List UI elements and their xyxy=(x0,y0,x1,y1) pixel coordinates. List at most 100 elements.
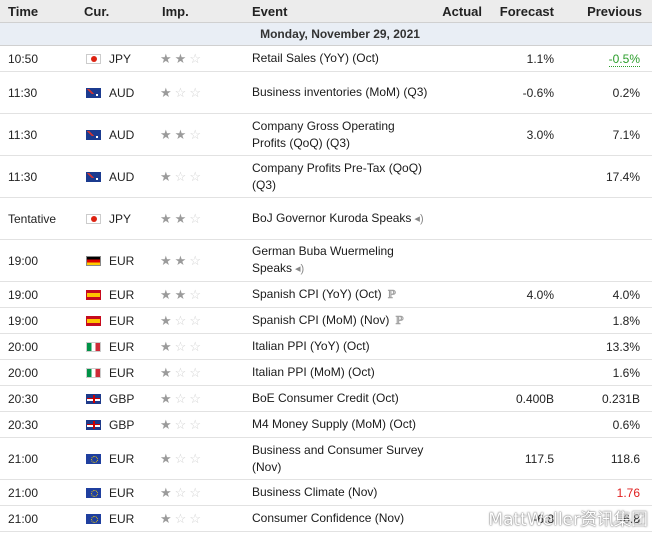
speaker-icon: ◂) xyxy=(414,212,424,225)
event-row[interactable]: 20:30 GBP ★☆☆ M4 Money Supply (MoM) (Oct) 0.… xyxy=(0,411,652,438)
previous-cell: 4.0% xyxy=(558,281,652,308)
event-cell[interactable]: Company Gross Operating Profits (QoQ) (Q… xyxy=(252,113,434,156)
star-icon: ★ xyxy=(160,390,175,406)
currency-code: JPY xyxy=(109,51,132,66)
currency-code: AUD xyxy=(109,169,135,184)
preliminary-icon: ℙ xyxy=(395,314,404,327)
star-icon: ★ xyxy=(174,126,190,142)
it-flag-icon xyxy=(86,367,101,378)
event-cell[interactable]: German Buba Wuermeling Speaks ◂) xyxy=(252,239,434,282)
event-cell[interactable]: Business inventories (MoM) (Q3) xyxy=(252,71,434,114)
star-icon: ☆ xyxy=(189,286,204,302)
event-row[interactable]: 21:00 EUR ★☆☆ Business Climate (Nov) 1.76 xyxy=(0,479,652,506)
star-icon: ★ xyxy=(160,338,175,354)
event-cell[interactable]: BoE Consumer Credit (Oct) xyxy=(252,385,434,412)
actual-cell xyxy=(434,307,484,334)
header-forecast[interactable]: Forecast xyxy=(484,0,558,23)
actual-cell xyxy=(434,113,484,156)
event-currency-cell: AUD xyxy=(74,113,150,156)
event-name[interactable]: Retail Sales (YoY) (Oct) xyxy=(252,51,379,65)
event-row[interactable]: 11:30 AUD ★★☆ Company Gross Operating Profi… xyxy=(0,113,652,156)
header-importance[interactable]: Imp. xyxy=(150,0,252,23)
event-cell[interactable]: Business Climate (Nov) xyxy=(252,479,434,506)
star-icon: ★ xyxy=(174,50,190,66)
event-row[interactable]: 19:00 EUR ★★☆ German Buba Wuermeling Speaks… xyxy=(0,239,652,282)
event-name[interactable]: BoE Consumer Credit (Oct) xyxy=(252,391,399,405)
currency-code: GBP xyxy=(109,417,135,432)
event-currency-cell: EUR xyxy=(74,437,150,480)
header-previous[interactable]: Previous xyxy=(558,0,652,23)
header-time[interactable]: Time xyxy=(0,0,74,23)
importance-stars: ★★☆ xyxy=(150,197,252,240)
currency-code: EUR xyxy=(109,365,135,380)
event-row[interactable]: 20:00 EUR ★☆☆ Italian PPI (YoY) (Oct) 13.3% xyxy=(0,333,652,360)
event-name[interactable]: Business Climate (Nov) xyxy=(252,485,377,499)
event-row[interactable]: 19:00 EUR ★★☆ Spanish CPI (YoY) (Oct) ℙ 4.0% 4… xyxy=(0,281,652,308)
event-name[interactable]: BoJ Governor Kuroda Speaks xyxy=(252,211,411,225)
actual-cell xyxy=(434,359,484,386)
event-time: 21:00 xyxy=(0,437,74,480)
event-cell[interactable]: Retail Sales (YoY) (Oct) xyxy=(252,45,434,72)
event-row[interactable]: Tentative JPY ★★☆ BoJ Governor Kuroda Speak… xyxy=(0,197,652,240)
forecast-cell: 117.5 xyxy=(484,437,558,480)
event-cell[interactable]: M4 Money Supply (MoM) (Oct) xyxy=(252,411,434,438)
previous-cell-value: 1.8% xyxy=(612,313,640,328)
event-row[interactable]: 10:50 JPY ★★☆ Retail Sales (YoY) (Oct) 1.1% -… xyxy=(0,45,652,72)
event-name[interactable]: German Buba Wuermeling Speaks xyxy=(252,244,394,275)
star-icon: ☆ xyxy=(189,168,204,184)
importance-stars: ★★☆ xyxy=(150,113,252,156)
header-actual[interactable]: Actual xyxy=(434,0,484,23)
event-name[interactable]: Business and Consumer Survey (Nov) xyxy=(252,443,423,474)
event-name[interactable]: Company Gross Operating Profits (QoQ) (Q… xyxy=(252,119,395,150)
event-time: 20:30 xyxy=(0,411,74,438)
event-name[interactable]: Spanish CPI (YoY) (Oct) xyxy=(252,287,382,301)
star-icon: ☆ xyxy=(174,338,190,354)
event-name[interactable]: Business inventories (MoM) (Q3) xyxy=(252,85,427,99)
event-name[interactable]: M4 Money Supply (MoM) (Oct) xyxy=(252,417,416,431)
header-currency[interactable]: Cur. xyxy=(74,0,150,23)
event-currency-cell: EUR xyxy=(74,479,150,506)
star-icon: ☆ xyxy=(189,416,204,432)
forecast-cell xyxy=(484,411,558,438)
forecast-cell xyxy=(484,197,558,240)
event-row[interactable]: 20:00 EUR ★☆☆ Italian PPI (MoM) (Oct) 1.6% xyxy=(0,359,652,386)
event-name[interactable]: Italian PPI (YoY) (Oct) xyxy=(252,339,370,353)
event-name[interactable]: Italian PPI (MoM) (Oct) xyxy=(252,365,375,379)
currency-code: EUR xyxy=(109,511,135,526)
actual-cell xyxy=(434,505,484,532)
event-cell[interactable]: Consumer Confidence (Nov) xyxy=(252,505,434,532)
event-cell[interactable]: Business and Consumer Survey (Nov) xyxy=(252,437,434,480)
event-name[interactable]: Consumer Confidence (Nov) xyxy=(252,511,404,525)
event-time: 10:50 xyxy=(0,45,74,72)
previous-cell: 118.6 xyxy=(558,437,652,480)
star-icon: ★ xyxy=(160,484,175,500)
event-row[interactable]: 20:30 GBP ★☆☆ BoE Consumer Credit (Oct) 0.40… xyxy=(0,385,652,412)
event-cell[interactable]: Spanish CPI (MoM) (Nov) ℙ xyxy=(252,307,434,334)
forecast-cell xyxy=(484,333,558,360)
star-icon: ★ xyxy=(174,286,190,302)
currency-code: EUR xyxy=(109,287,135,302)
currency-code: EUR xyxy=(109,451,135,466)
event-cell[interactable]: Spanish CPI (YoY) (Oct) ℙ xyxy=(252,281,434,308)
event-row[interactable]: 11:30 AUD ★☆☆ Business inventories (MoM) (Q… xyxy=(0,71,652,114)
event-cell[interactable]: Italian PPI (MoM) (Oct) xyxy=(252,359,434,386)
event-cell[interactable]: Italian PPI (YoY) (Oct) xyxy=(252,333,434,360)
forecast-cell-value: 1.1% xyxy=(526,51,554,66)
event-cell[interactable]: Company Profits Pre-Tax (QoQ) (Q3) xyxy=(252,155,434,198)
forecast-cell-value: 117.5 xyxy=(524,451,554,466)
forecast-cell xyxy=(484,239,558,282)
event-row[interactable]: 19:00 EUR ★☆☆ Spanish CPI (MoM) (Nov) ℙ 1.8% xyxy=(0,307,652,334)
forecast-cell: -0.6% xyxy=(484,71,558,114)
event-row[interactable]: 21:00 EUR ★☆☆ Business and Consumer Survey … xyxy=(0,437,652,480)
event-row[interactable]: 11:30 AUD ★☆☆ Company Profits Pre-Tax (QoQ)… xyxy=(0,155,652,198)
previous-cell: 1.6% xyxy=(558,359,652,386)
event-cell[interactable]: BoJ Governor Kuroda Speaks ◂) xyxy=(252,197,434,240)
event-name[interactable]: Spanish CPI (MoM) (Nov) xyxy=(252,313,389,327)
event-name[interactable]: Company Profits Pre-Tax (QoQ) (Q3) xyxy=(252,161,422,192)
previous-cell: 0.2% xyxy=(558,71,652,114)
gb-flag-icon xyxy=(86,393,101,404)
event-currency-cell: AUD xyxy=(74,71,150,114)
header-event[interactable]: Event xyxy=(252,0,434,23)
importance-stars: ★★☆ xyxy=(150,239,252,282)
star-icon: ★ xyxy=(160,168,175,184)
